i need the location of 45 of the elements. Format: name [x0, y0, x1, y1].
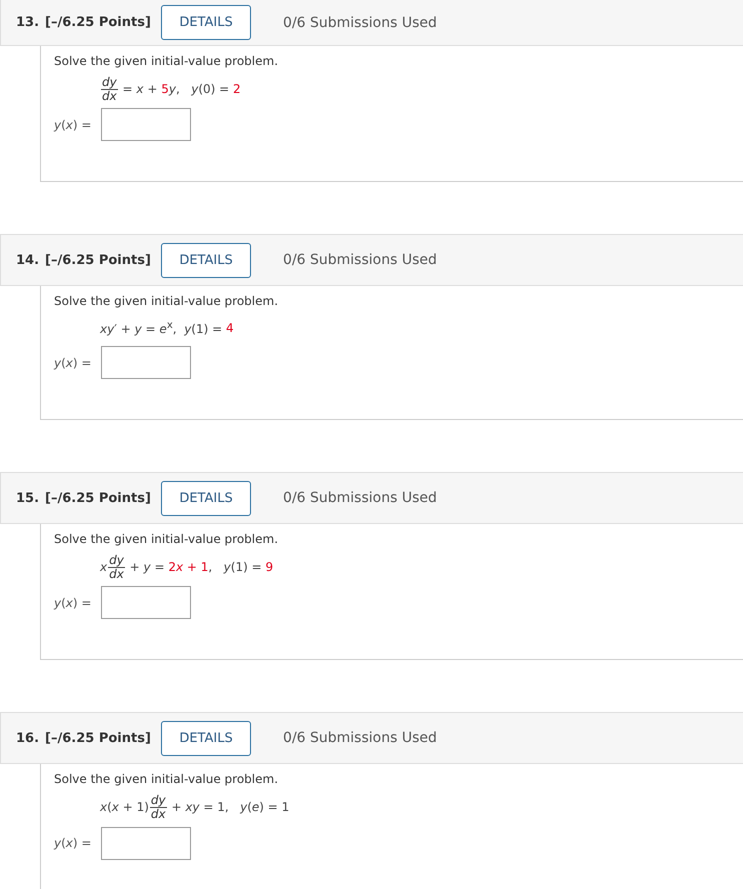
details-button[interactable]: DETAILS [161, 5, 252, 40]
equation-text: x [100, 560, 108, 574]
answer-label: y(x) = [54, 836, 92, 850]
question-prompt: Solve the given initial-value problem. [54, 772, 280, 786]
details-button[interactable]: DETAILS [161, 242, 252, 278]
details-button[interactable]: DETAILS [161, 720, 252, 756]
submissions-count: 0/6 Submissions Used [283, 14, 437, 30]
submissions-count: 0/6 Submissions Used [283, 252, 437, 268]
answer-field[interactable] [101, 826, 192, 860]
equation-text: y, y(0) = [168, 82, 230, 96]
equation-text: = x + [122, 82, 158, 96]
equation-text: + y = [128, 560, 166, 574]
equation-text: + xy = 1, y(e) = 1 [170, 800, 290, 814]
equation-text: 2 [168, 560, 176, 574]
answer-field[interactable] [101, 586, 192, 620]
fraction: dy dx [101, 76, 118, 102]
equation-text: x(x + 1) [100, 800, 149, 814]
question-prompt: Solve the given initial-value problem. [54, 294, 280, 308]
equation-text: xy′ + y = e$^{x}$, y(1) = [100, 320, 224, 336]
equation-text: 5 [161, 82, 169, 96]
question-prompt: Solve the given initial-value problem. [54, 54, 280, 68]
answer-field[interactable] [101, 108, 192, 142]
details-button[interactable]: DETAILS [161, 480, 252, 516]
equation-text: x + 1 [176, 560, 208, 574]
fraction: dy dx [150, 794, 167, 821]
equation-text: , y(1) = [208, 560, 263, 574]
question-number: 13. [16, 15, 40, 30]
answer-label: y(x) = [54, 596, 92, 610]
equation-text: 9 [265, 560, 274, 574]
question-number: 16. [16, 730, 40, 746]
submissions-count: 0/6 Submissions Used [283, 730, 437, 746]
points-label: [–/6.25 Points] [45, 252, 152, 268]
equation-text: 4 [226, 321, 234, 336]
question-number: 15. [16, 490, 40, 506]
submissions-count: 0/6 Submissions Used [283, 490, 437, 506]
equation-text: 2 [233, 82, 241, 96]
answer-label: y(x) = [54, 356, 92, 370]
question-prompt: Solve the given initial-value problem. [54, 532, 280, 546]
answer-label: y(x) = [54, 118, 92, 132]
points-label: [–/6.25 Points] [45, 490, 152, 506]
points-label: [–/6.25 Points] [45, 730, 152, 746]
points-label: [–/6.25 Points] [45, 15, 152, 30]
question-number: 14. [16, 252, 40, 268]
fraction: dy dx [108, 554, 125, 580]
answer-field[interactable] [101, 346, 192, 380]
